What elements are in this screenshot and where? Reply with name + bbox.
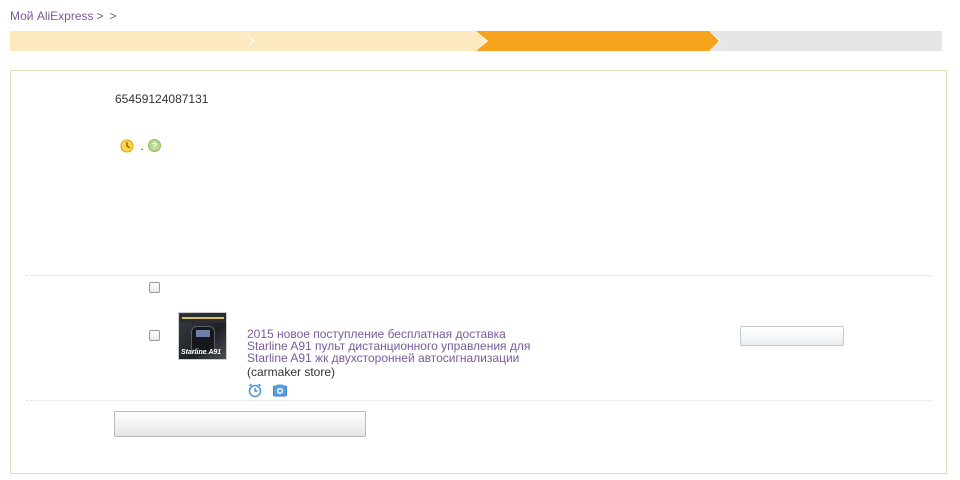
- product-thumbnail[interactable]: Starline A91: [178, 312, 227, 360]
- table-top-divider: [26, 275, 932, 276]
- alarm-clock-icon[interactable]: [247, 382, 263, 398]
- svg-text:?: ?: [151, 141, 157, 151]
- step-completion: [709, 31, 942, 51]
- confirm-receipt-button[interactable]: [114, 411, 366, 437]
- thumbnail-caption: Starline A91: [181, 349, 222, 356]
- step-payment: [243, 31, 488, 51]
- breadcrumb-separator: >: [109, 9, 117, 23]
- store-name[interactable]: (carmaker store): [247, 365, 335, 379]
- step-delivery: [476, 31, 721, 51]
- step-checkout: [10, 31, 255, 51]
- open-dispute-button[interactable]: [740, 326, 844, 346]
- reminder-value: .?: [115, 138, 161, 154]
- order-progress-steps: [10, 31, 943, 51]
- item-checkbox[interactable]: [149, 330, 160, 341]
- table-bottom-divider: [26, 400, 932, 401]
- order-details-panel: 65459124087131 .? Starline A91 2015 ново…: [10, 70, 947, 474]
- order-number: 65459124087131: [115, 92, 209, 106]
- help-icon[interactable]: ?: [147, 139, 161, 152]
- camera-icon[interactable]: [272, 382, 288, 398]
- breadcrumb-separator: >: [96, 9, 104, 23]
- breadcrumb-my-aliexpress[interactable]: Мой AliExpress: [10, 9, 94, 23]
- clock-icon: [120, 139, 134, 153]
- select-all-checkbox[interactable]: [149, 282, 160, 293]
- product-title-link[interactable]: 2015 новое поступление бесплатная достав…: [247, 328, 531, 364]
- breadcrumb: Мой AliExpress > >: [10, 8, 120, 24]
